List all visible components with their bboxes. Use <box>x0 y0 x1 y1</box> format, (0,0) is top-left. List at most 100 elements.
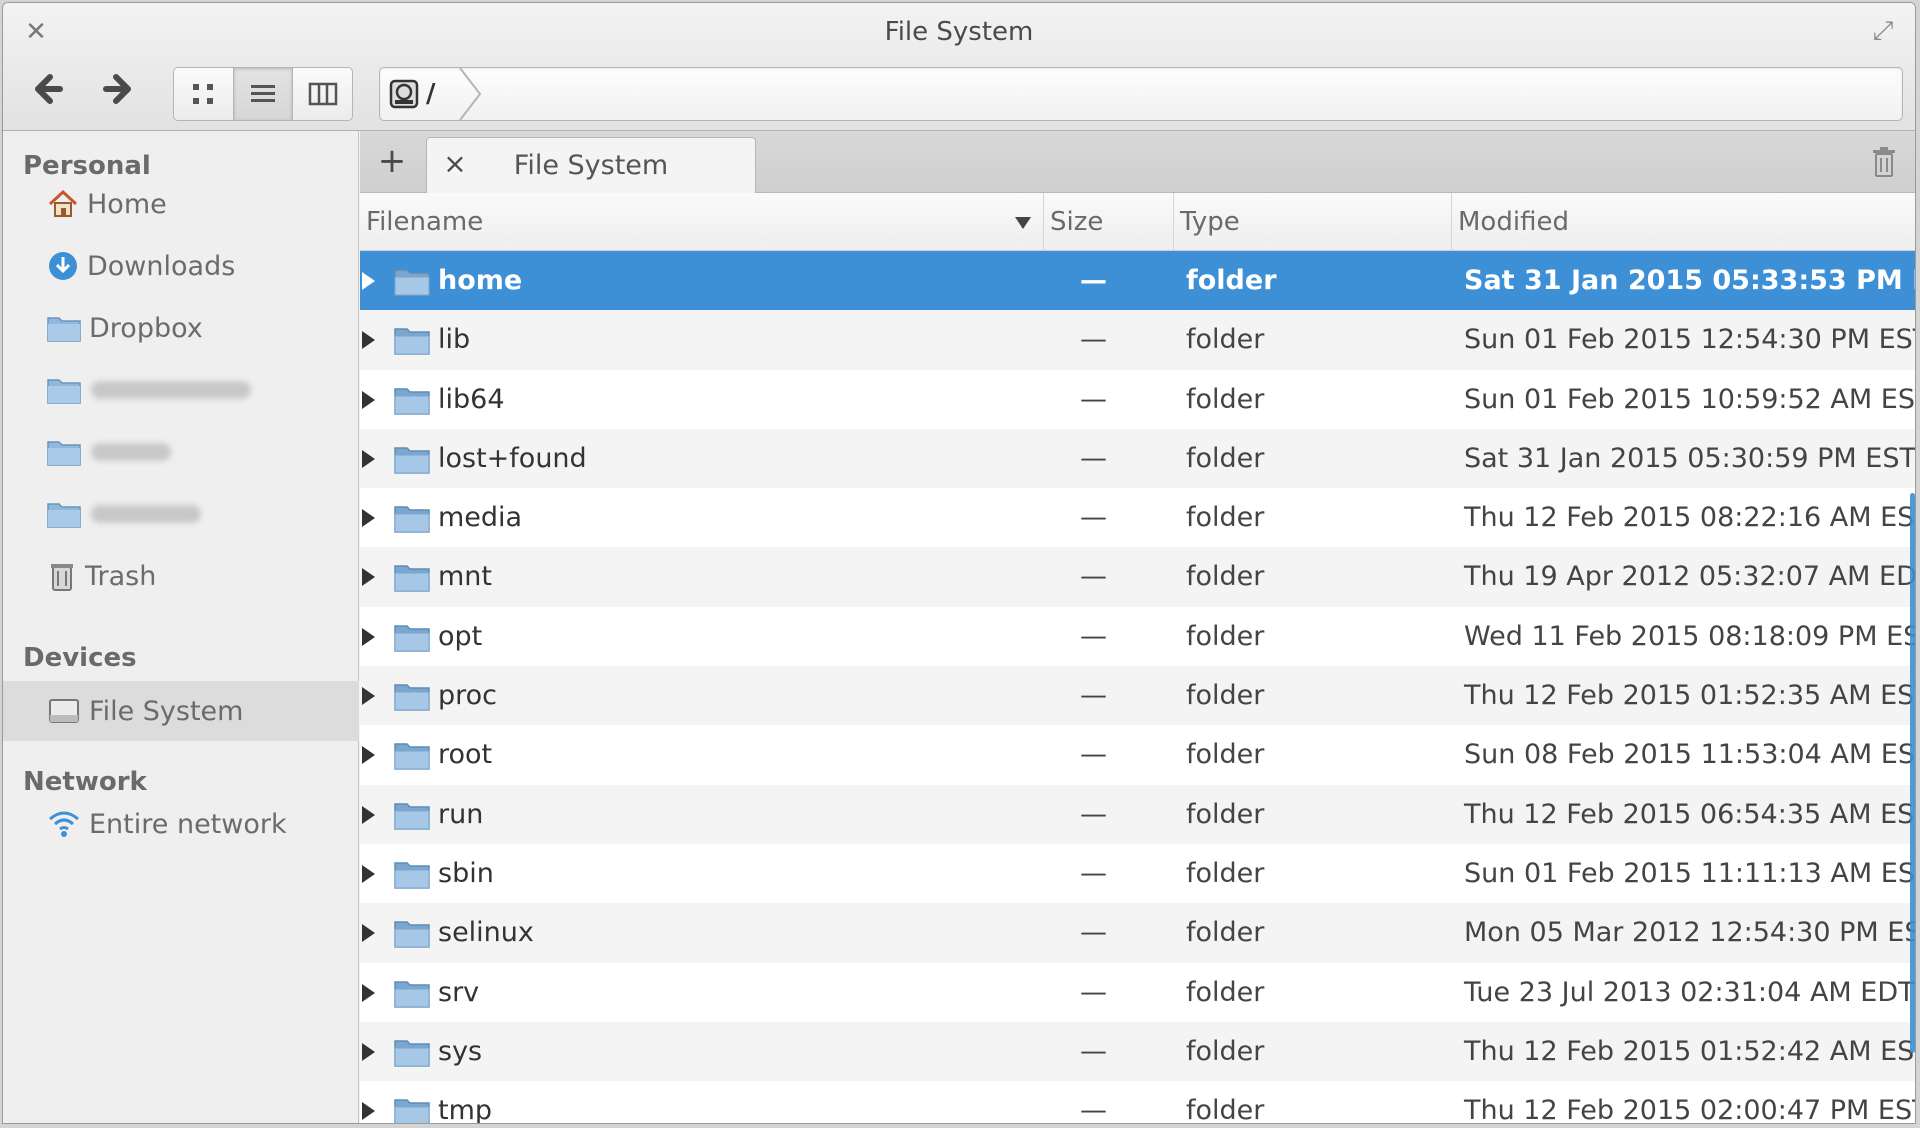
table-row[interactable]: home — folder Sat 31 Jan 2015 05:33:53 PM E… <box>360 251 1915 311</box>
sidebar-item-redacted-2[interactable] <box>3 425 359 479</box>
modified-cell: Thu 12 Feb 2015 01:52:42 AM EST <box>1464 1035 1916 1067</box>
sidebar-item-downloads[interactable]: Downloads <box>3 239 359 293</box>
folder-icon <box>394 743 430 771</box>
path-bar[interactable]: / <box>379 67 1903 121</box>
expand-arrow-icon[interactable] <box>362 983 375 1002</box>
table-row[interactable]: media — folder Thu 12 Feb 2015 08:22:16 AM … <box>360 488 1915 547</box>
modified-cell: Wed 11 Feb 2015 08:18:09 PM EST <box>1464 620 1916 652</box>
folder-icon <box>394 625 430 652</box>
table-row[interactable]: srv — folder Tue 23 Jul 2013 02:31:04 AM ED… <box>360 963 1915 1022</box>
restore-tab-icon[interactable] <box>1869 145 1899 179</box>
filename-cell: home <box>438 265 523 296</box>
table-row[interactable]: sbin — folder Sun 01 Feb 2015 11:11:13 AM E… <box>360 844 1915 903</box>
type-cell: folder <box>1186 739 1265 771</box>
size-cell: — <box>1080 265 1107 296</box>
file-rows: home — folder Sat 31 Jan 2015 05:33:53 PM E… <box>360 251 1916 1124</box>
sidebar-item-redacted-3[interactable] <box>3 487 359 541</box>
sidebar-item-home[interactable]: Home <box>3 177 359 231</box>
table-row[interactable]: selinux — folder Mon 05 Mar 2012 12:54:30 P… <box>360 903 1915 963</box>
type-cell: folder <box>1186 620 1265 652</box>
view-mode-switcher <box>173 67 353 121</box>
column-header-size[interactable]: Size <box>1044 193 1174 251</box>
sidebar-item-label: Downloads <box>87 250 236 282</box>
folder-icon <box>394 269 430 296</box>
scrollbar[interactable] <box>1910 493 1915 1053</box>
expand-arrow-icon[interactable] <box>362 687 375 706</box>
breadcrumb-separator <box>459 68 482 120</box>
new-tab-button[interactable]: + <box>370 139 414 183</box>
expand-arrow-icon[interactable] <box>362 509 375 528</box>
expand-arrow-icon[interactable] <box>362 805 375 824</box>
breadcrumb-label: / <box>426 79 436 109</box>
column-view-button[interactable] <box>293 68 352 120</box>
download-icon <box>49 252 77 280</box>
redacted-label <box>91 443 171 461</box>
sidebar-item-trash[interactable]: Trash <box>3 549 359 603</box>
sidebar-item-label: Home <box>87 188 167 220</box>
folder-icon <box>47 317 81 342</box>
window-title: File System <box>884 17 1034 47</box>
expand-arrow-icon[interactable] <box>362 1102 375 1121</box>
header-bar: ✕ File System ⤢ / <box>3 3 1915 131</box>
sidebar-item-filesystem[interactable]: File System <box>3 681 359 741</box>
forward-button[interactable] <box>97 69 143 115</box>
table-row[interactable]: tmp — folder Thu 12 Feb 2015 02:00:47 PM ES… <box>360 1081 1915 1124</box>
filename-cell: proc <box>438 680 498 712</box>
expand-arrow-icon[interactable] <box>362 746 375 765</box>
table-row[interactable]: opt — folder Wed 11 Feb 2015 08:18:09 PM ES… <box>360 607 1916 666</box>
icon-view-button[interactable] <box>174 68 234 120</box>
expand-arrow-icon[interactable] <box>362 924 375 943</box>
folder-icon <box>394 980 430 1008</box>
table-row[interactable]: lib64 — folder Sun 01 Feb 2015 10:59:52 AM … <box>360 370 1915 429</box>
expand-arrow-icon[interactable] <box>362 627 375 646</box>
type-cell: folder <box>1186 857 1265 889</box>
sidebar-item-redacted-1[interactable] <box>3 363 359 417</box>
back-button[interactable] <box>23 69 69 115</box>
table-row[interactable]: proc — folder Thu 12 Feb 2015 01:52:35 AM E… <box>360 666 1915 726</box>
filename-cell: sys <box>438 1035 483 1067</box>
folder-icon <box>394 447 430 474</box>
folder-icon <box>394 1040 430 1067</box>
folder-icon <box>394 565 430 593</box>
type-cell: folder <box>1186 1095 1265 1124</box>
folder-icon <box>47 379 81 404</box>
size-cell: — <box>1080 502 1107 534</box>
expand-arrow-icon[interactable] <box>362 1042 375 1061</box>
filename-cell: srv <box>438 976 480 1008</box>
list-view-button[interactable] <box>233 68 294 120</box>
table-row[interactable]: run — folder Thu 12 Feb 2015 06:54:35 AM ES… <box>360 784 1916 844</box>
expand-arrow-icon[interactable] <box>362 449 375 468</box>
sidebar-item-entire-network[interactable]: Entire network <box>3 797 359 851</box>
table-row[interactable]: mnt — folder Thu 19 Apr 2012 05:32:07 AM ED… <box>360 547 1915 607</box>
size-cell: — <box>1080 917 1107 949</box>
size-cell: — <box>1080 442 1107 474</box>
column-header-filename[interactable]: Filename <box>360 193 1044 251</box>
type-cell: folder <box>1186 917 1265 949</box>
file-list-view: Filename Size Type Modified home — folder S… <box>360 193 1916 1124</box>
folder-icon <box>394 1099 430 1123</box>
expand-arrow-icon[interactable] <box>362 331 375 350</box>
type-cell: folder <box>1186 976 1265 1008</box>
expand-arrow-icon[interactable] <box>362 568 375 587</box>
table-row[interactable]: lost+found — folder Sat 31 Jan 2015 05:30:5… <box>360 428 1915 489</box>
tab-file-system[interactable]: × File System <box>426 137 756 194</box>
folder-icon <box>394 802 430 830</box>
expand-arrow-icon[interactable] <box>362 864 375 883</box>
sidebar-item-dropbox[interactable]: Dropbox <box>3 301 359 355</box>
filename-cell: selinux <box>438 917 534 949</box>
modified-cell: Thu 12 Feb 2015 06:54:35 AM EST <box>1464 798 1916 830</box>
type-cell: folder <box>1186 1035 1265 1067</box>
arrow-right-icon <box>103 74 131 104</box>
sidebar-item-label: Dropbox <box>89 312 203 344</box>
table-row[interactable]: root — folder Sun 08 Feb 2015 11:53:04 AM E… <box>360 725 1915 784</box>
window-maximize-button[interactable]: ⤢ <box>1867 15 1899 47</box>
column-header-type[interactable]: Type <box>1174 193 1452 251</box>
modified-cell: Sun 01 Feb 2015 12:54:30 PM EST <box>1464 324 1916 356</box>
table-row[interactable]: lib — folder Sun 01 Feb 2015 12:54:30 PM ES… <box>360 310 1916 370</box>
expand-arrow-icon[interactable] <box>362 390 375 409</box>
table-row[interactable]: sys — folder Thu 12 Feb 2015 01:52:42 AM ES… <box>360 1021 1916 1082</box>
expand-arrow-icon[interactable] <box>362 272 375 290</box>
column-header-modified[interactable]: Modified <box>1452 193 1915 251</box>
filename-cell: root <box>438 739 493 771</box>
type-cell: folder <box>1186 383 1265 415</box>
